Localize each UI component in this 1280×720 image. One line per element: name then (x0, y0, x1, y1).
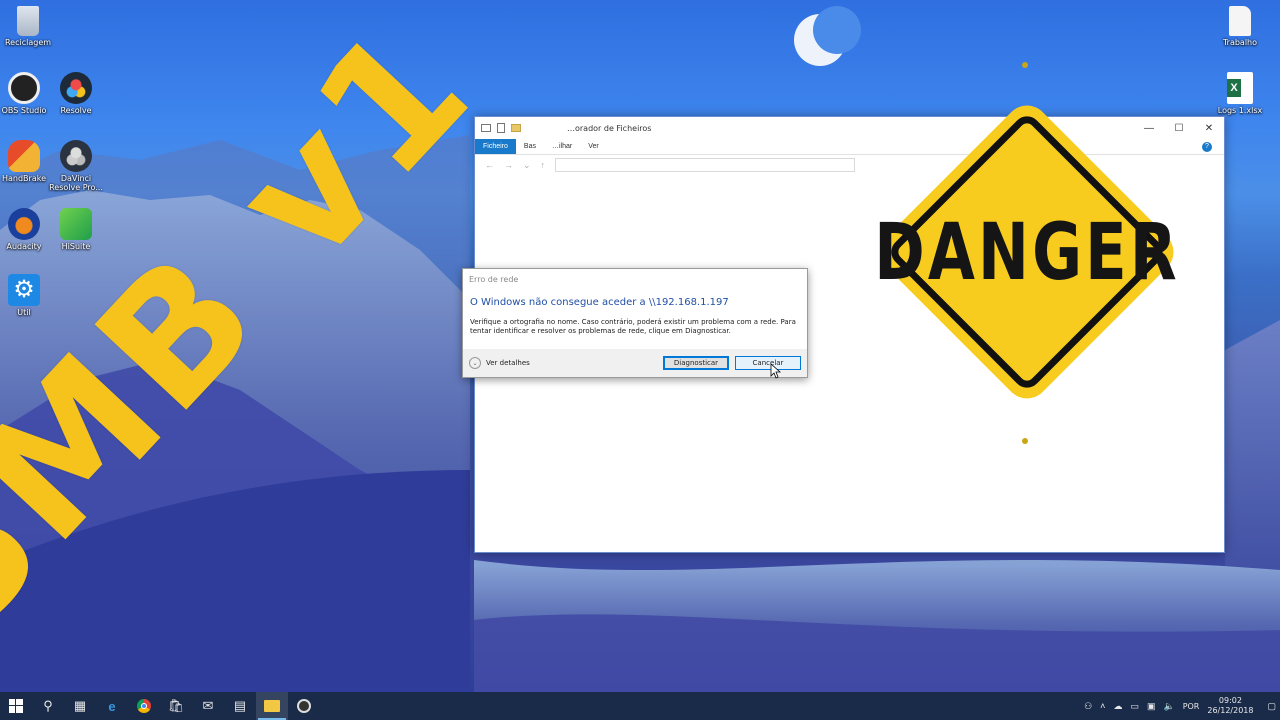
calculator-icon[interactable]: ▤ (224, 692, 256, 720)
dialog-message: Verifique a ortografia no nome. Caso con… (470, 318, 796, 335)
obs-icon (8, 72, 40, 104)
hisuite-icon (60, 208, 92, 240)
tab-partilhar[interactable]: …ilhar (544, 139, 580, 154)
desktop-icon-logs-xlsx[interactable]: X Logs 1.xlsx (1212, 72, 1268, 115)
close-button[interactable]: ✕ (1194, 117, 1224, 139)
show-details-label: Ver detalhes (486, 359, 530, 367)
clock-date: 26/12/2018 (1207, 706, 1254, 715)
tab-ver[interactable]: Ver (580, 139, 607, 154)
windows-logo-icon (9, 699, 23, 713)
help-icon[interactable]: ? (1202, 142, 1212, 152)
notifications-icon[interactable]: ▢ (1267, 701, 1276, 712)
davinci-resolve-icon (60, 72, 92, 104)
handbrake-icon (8, 140, 40, 172)
chrome-icon[interactable] (128, 692, 160, 720)
task-view-icon[interactable]: ▦ (64, 692, 96, 720)
forward-arrow-icon[interactable]: → (504, 160, 513, 170)
dialog-footer: ⌄ Ver detalhes Diagnosticar Cancelar (463, 349, 807, 377)
obs-taskbar-icon[interactable] (288, 692, 320, 720)
new-folder-icon[interactable] (511, 124, 521, 132)
cancel-button[interactable]: Cancelar (735, 356, 801, 370)
network-error-dialog[interactable]: Erro de rede O Windows não consegue aced… (462, 268, 808, 378)
desktop-icon-recycle-bin[interactable]: Reciclagem (0, 6, 56, 47)
desktop-icon-resolve[interactable]: Resolve (48, 72, 104, 115)
desktop-icon-trabalho[interactable]: Trabalho (1212, 6, 1268, 47)
gear-icon: ⚙ (8, 274, 40, 306)
file-explorer-icon[interactable] (256, 692, 288, 720)
tab-base[interactable]: Bas (516, 139, 544, 154)
desktop-icon-davinci-resolve-pro[interactable]: DaVinci Resolve Pro... (48, 140, 104, 192)
store-icon[interactable]: 🛍 (160, 692, 192, 720)
desktop-icon-handbrake[interactable]: HandBrake (0, 140, 52, 183)
moon (794, 6, 861, 66)
chevron-down-icon: ⌄ (469, 357, 481, 369)
system-tray: ⚇ ˄ ☁ ▭ ▣ 🔈 POR 09:02 26/12/2018 ▢ (1084, 696, 1280, 716)
diagnose-button[interactable]: Diagnosticar (663, 356, 729, 370)
people-icon[interactable]: ⚇ (1084, 701, 1092, 712)
maximize-button[interactable]: ☐ (1164, 117, 1194, 139)
mail-icon[interactable]: ✉ (192, 692, 224, 720)
back-arrow-icon[interactable]: ← (485, 160, 494, 170)
address-bar[interactable] (555, 158, 856, 172)
sign-rivet-bottom (1022, 438, 1028, 444)
pdf-document-icon (1229, 6, 1251, 36)
explorer-title: …orador de Ficheiros (567, 123, 652, 133)
desktop-icon-audacity[interactable]: Audacity (0, 208, 52, 251)
language-indicator[interactable]: POR (1183, 702, 1200, 711)
danger-text: DANGER (874, 208, 1180, 298)
onedrive-cloud-icon[interactable]: ☁ (1113, 701, 1122, 712)
desktop-icon-util[interactable]: ⚙ Util (0, 274, 52, 317)
clock[interactable]: 09:02 26/12/2018 (1207, 696, 1253, 716)
taskbar: ⚲ ▦ e 🛍 ✉ ▤ ⚇ ˄ ☁ ▭ ▣ 🔈 POR 09:02 26/12/… (0, 692, 1280, 720)
sign-rivet-top (1022, 62, 1028, 68)
start-button[interactable] (0, 692, 32, 720)
volume-icon[interactable]: 🔈 (1163, 701, 1174, 712)
davinci-resolve-pro-icon (60, 140, 92, 172)
clock-time: 09:02 (1218, 696, 1242, 705)
up-arrow-icon[interactable]: ↑ (541, 160, 546, 170)
search-icon[interactable]: ⚲ (32, 692, 64, 720)
recycle-bin-icon (17, 6, 39, 36)
audacity-icon (8, 208, 40, 240)
dropdown-chevron-icon[interactable]: ⌄ (523, 160, 531, 171)
dialog-heading: O Windows não consegue aceder a \\192.16… (470, 297, 729, 308)
excel-icon: X (1227, 72, 1253, 104)
chevron-up-icon[interactable]: ˄ (1100, 701, 1105, 711)
edge-browser-icon[interactable]: e (96, 692, 128, 720)
dialog-title: Erro de rede (469, 274, 519, 284)
desktop-icon-hisuite[interactable]: HiSuite (48, 208, 104, 251)
battery-icon[interactable]: ▭ (1130, 701, 1139, 712)
desktop-icon-obs-studio[interactable]: OBS Studio (0, 72, 52, 115)
show-details-toggle[interactable]: ⌄ Ver detalhes (469, 357, 530, 369)
network-icon[interactable]: ▣ (1147, 701, 1156, 712)
